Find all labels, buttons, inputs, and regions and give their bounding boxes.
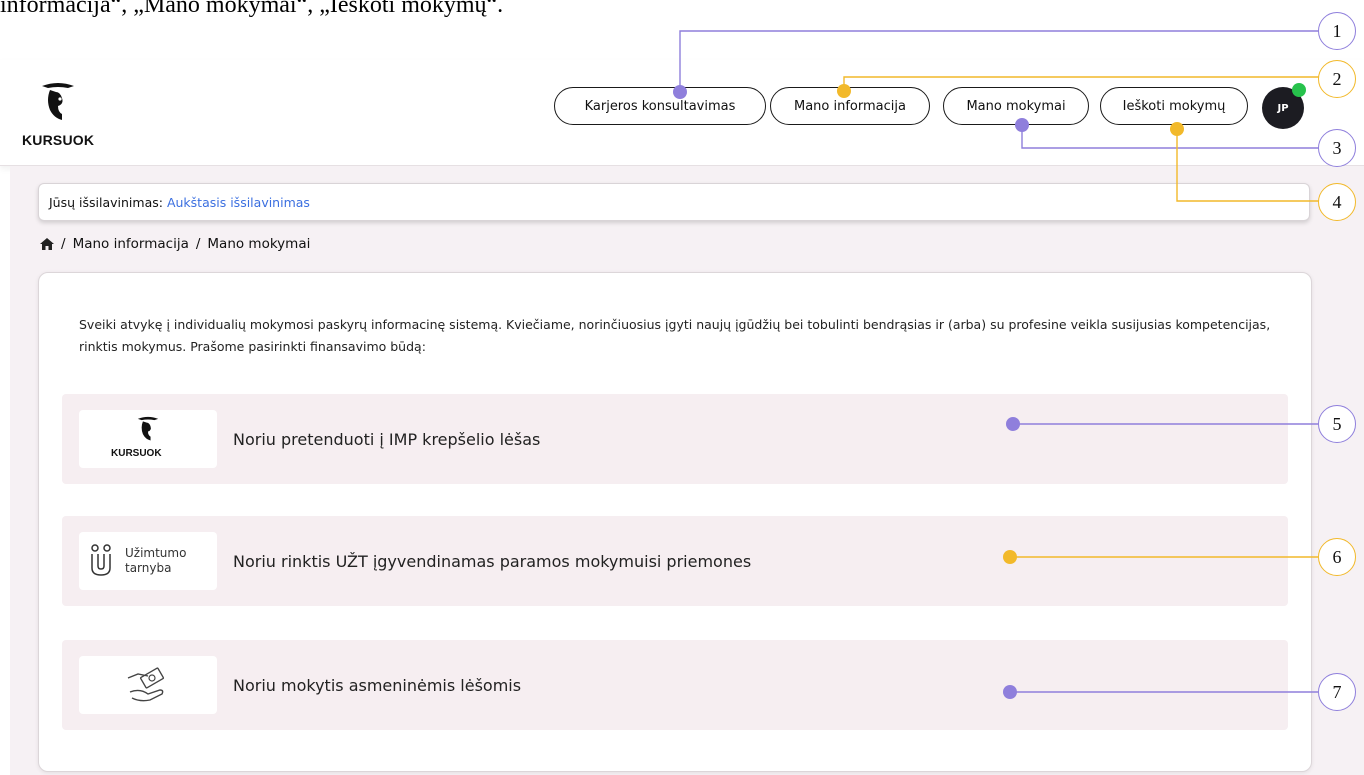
annotation-dot-7 <box>1003 685 1017 699</box>
annotation-dot-1 <box>673 85 687 99</box>
annotation-dot-4 <box>1170 122 1184 136</box>
education-bar: Jūsų išsilavinimas: Aukštasis išsilavini… <box>38 183 1310 221</box>
intro-text: Sveiki atvykę į individualių mokymosi pa… <box>79 317 1271 354</box>
annotation-label-7: 7 <box>1318 673 1356 711</box>
option-logo-box: Užimtumo tarnyba <box>79 532 217 590</box>
option-label: Noriu mokytis asmeninėmis lėšomis <box>233 675 522 695</box>
annotation-label-2: 2 <box>1318 60 1356 98</box>
breadcrumb-separator: / <box>61 236 66 252</box>
option-imp-krepselis[interactable]: KURSUOK Noriu pretenduoti į IMP krepšeli… <box>62 394 1288 484</box>
annotation-dot-5 <box>1006 417 1020 431</box>
annotation-dot-2 <box>837 84 851 98</box>
uzt-logo-text-1: Užimtumo <box>125 546 187 560</box>
option-uzt-priemones[interactable]: Užimtumo tarnyba Noriu rinktis UŽT įgyve… <box>62 516 1288 606</box>
nav-karjeros-konsultavimas[interactable]: Karjeros konsultavimas <box>554 87 766 125</box>
option-label: Noriu pretenduoti į IMP krepšelio lėšas <box>233 429 541 449</box>
home-icon[interactable] <box>40 238 54 250</box>
kursuok-logo[interactable]: KURSUOK <box>22 80 122 150</box>
annotation-dot-3 <box>1015 118 1029 132</box>
money-hand-icon <box>127 667 164 702</box>
annotation-label-1: 1 <box>1318 12 1356 50</box>
kursuok-logo-icon <box>42 83 74 120</box>
option-asmenines-lesos[interactable]: Noriu mokytis asmeninėmis lėšomis <box>62 640 1288 730</box>
option-logo-box: KURSUOK <box>79 410 217 468</box>
annotation-label-6: 6 <box>1318 538 1356 576</box>
uzt-logo-icon <box>91 544 111 576</box>
education-value-link[interactable]: Aukštasis išsilavinimas <box>167 195 310 210</box>
annotation-label-5: 5 <box>1318 405 1356 443</box>
logo-text: KURSUOK <box>22 132 95 148</box>
option-label: Noriu rinktis UŽT įgyvendinamas paramos … <box>233 551 752 571</box>
breadcrumb-mano-informacija[interactable]: Mano informacija <box>73 236 189 252</box>
document-caption: informacija“, „Mano mokymai“, „Ieškoti m… <box>0 0 504 18</box>
breadcrumb-mano-mokymai: Mano mokymai <box>207 236 311 252</box>
nav-ieskoti-mokymu[interactable]: Ieškoti mokymų <box>1100 87 1248 125</box>
breadcrumb-separator: / <box>195 236 201 252</box>
online-status-dot <box>1292 83 1306 97</box>
annotation-dot-6 <box>1003 550 1017 564</box>
kursuok-logo-icon <box>137 416 159 441</box>
option-logo-box <box>79 656 217 714</box>
education-label: Jūsų išsilavinimas: <box>49 194 163 210</box>
annotation-label-4: 4 <box>1318 183 1356 221</box>
annotation-label-3: 3 <box>1318 129 1356 167</box>
breadcrumb: / Mano informacija / Mano mokymai <box>40 236 310 252</box>
uzt-logo-text-2: tarnyba <box>125 561 172 575</box>
option-logo-text: KURSUOK <box>111 448 162 459</box>
